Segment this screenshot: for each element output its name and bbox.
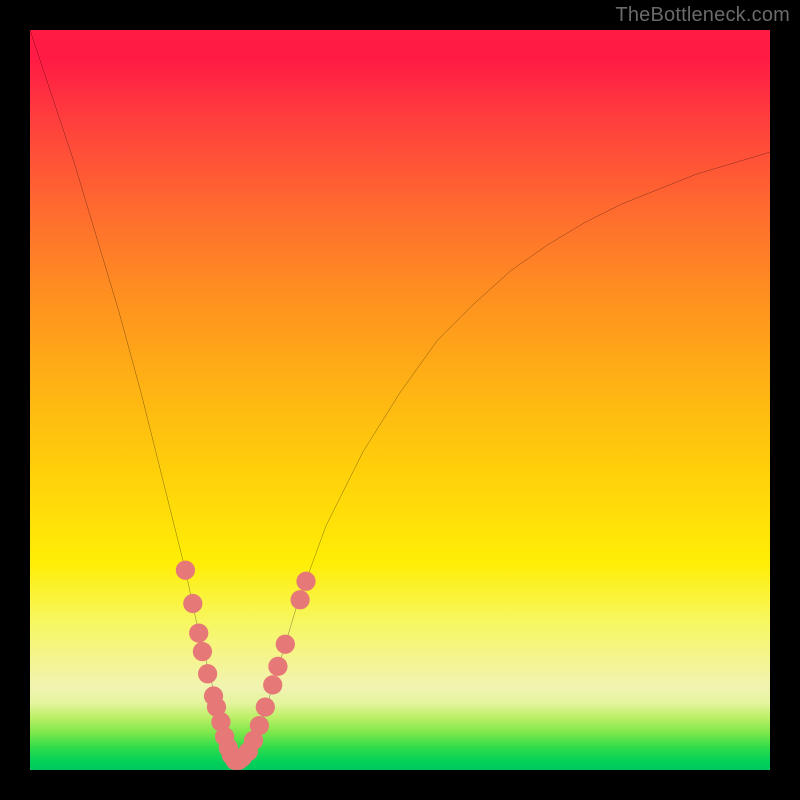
bottleneck-curve [30,30,770,763]
curve-marker [290,590,309,609]
chart-frame: TheBottleneck.com [0,0,800,800]
curve-marker [263,675,282,694]
curve-marker [250,716,269,735]
curve-marker [256,697,275,716]
curve-layer [30,30,770,770]
curve-marker [198,664,217,683]
curve-marker [176,561,195,580]
curve-marker [189,623,208,642]
curve-marker [183,594,202,613]
watermark-text: TheBottleneck.com [615,4,790,27]
curve-marker [276,635,295,654]
curve-markers [176,561,316,770]
curve-marker [296,572,315,591]
plot-area [30,30,770,770]
curve-marker [268,657,287,676]
curve-marker [193,642,212,661]
